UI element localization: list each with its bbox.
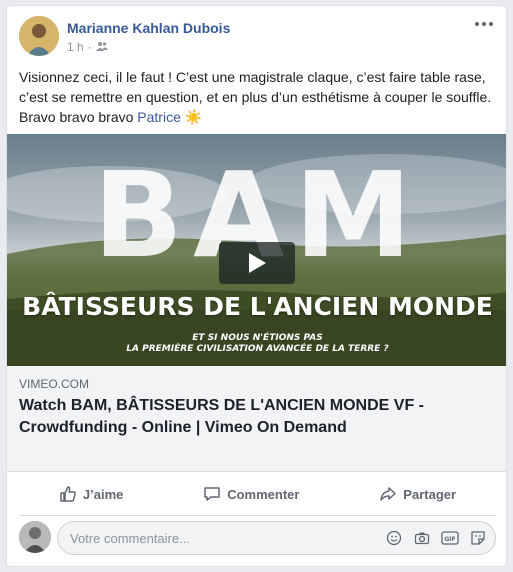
video-tagline: ET SI NOUS N'ÉTIONS PAS LA PREMIÈRE CIVI… xyxy=(7,333,506,355)
more-dot xyxy=(475,22,479,26)
gif-icon[interactable]: GIF xyxy=(441,529,459,547)
emoji-icon[interactable] xyxy=(385,529,403,547)
thumbs-up-icon xyxy=(60,486,76,502)
share-button[interactable]: Partager xyxy=(379,485,456,503)
comment-icon xyxy=(204,487,220,501)
more-dot xyxy=(489,22,493,26)
share-label: Partager xyxy=(403,486,457,502)
friends-icon[interactable] xyxy=(95,40,108,54)
action-bar: J’aime Commenter Partager xyxy=(19,478,496,510)
comment-input[interactable] xyxy=(70,529,370,547)
link-title[interactable]: Watch BAM, BÂTISSEURS DE L'ANCIEN MONDE … xyxy=(19,395,489,439)
author-avatar[interactable] xyxy=(19,16,59,56)
mention-link[interactable]: Patrice xyxy=(137,109,181,125)
like-button[interactable]: J’aime xyxy=(59,485,123,503)
comment-box[interactable]: GIF xyxy=(57,521,496,555)
play-button[interactable] xyxy=(219,242,295,284)
sticker-icon[interactable] xyxy=(469,529,487,547)
post-body: Visionnez ceci, il le faut ! C’est une m… xyxy=(19,69,492,125)
svg-text:GIF: GIF xyxy=(444,536,455,543)
tagline-line1: ET SI NOUS N'ÉTIONS PAS xyxy=(192,333,323,343)
sun-emoji: ☀️ xyxy=(184,109,203,125)
comment-button[interactable]: Commenter xyxy=(203,485,299,503)
comment-label: Commenter xyxy=(227,486,300,502)
post-meta: 1 h · xyxy=(67,40,108,54)
link-domain: VIMEO.COM xyxy=(19,377,90,391)
link-preview[interactable]: VIMEO.COM Watch BAM, BÂTISSEURS DE L'ANC… xyxy=(7,366,506,472)
play-icon xyxy=(249,253,266,273)
meta-separator: · xyxy=(87,40,92,54)
post-text: Visionnez ceci, il le faut ! C’est une m… xyxy=(19,67,499,127)
post-card: Marianne Kahlan Dubois 1 h · Visionnez c… xyxy=(6,5,507,567)
video-player[interactable]: BAM BÂTISSEURS DE L'ANCIEN MONDE ET SI N… xyxy=(7,134,506,366)
action-divider xyxy=(19,515,496,516)
author-name[interactable]: Marianne Kahlan Dubois xyxy=(67,20,230,36)
post-time[interactable]: 1 h xyxy=(67,40,84,54)
like-label: J’aime xyxy=(82,486,124,502)
tagline-line2: LA PREMIÈRE CIVILISATION AVANCÉE DE LA T… xyxy=(126,344,389,354)
comment-tools: GIF xyxy=(385,529,487,547)
share-icon xyxy=(380,487,397,501)
video-subtitle: BÂTISSEURS DE L'ANCIEN MONDE xyxy=(22,292,493,321)
viewer-avatar xyxy=(19,521,51,553)
more-options-button[interactable] xyxy=(474,16,494,32)
camera-icon[interactable] xyxy=(413,529,431,547)
more-dot xyxy=(482,22,486,26)
